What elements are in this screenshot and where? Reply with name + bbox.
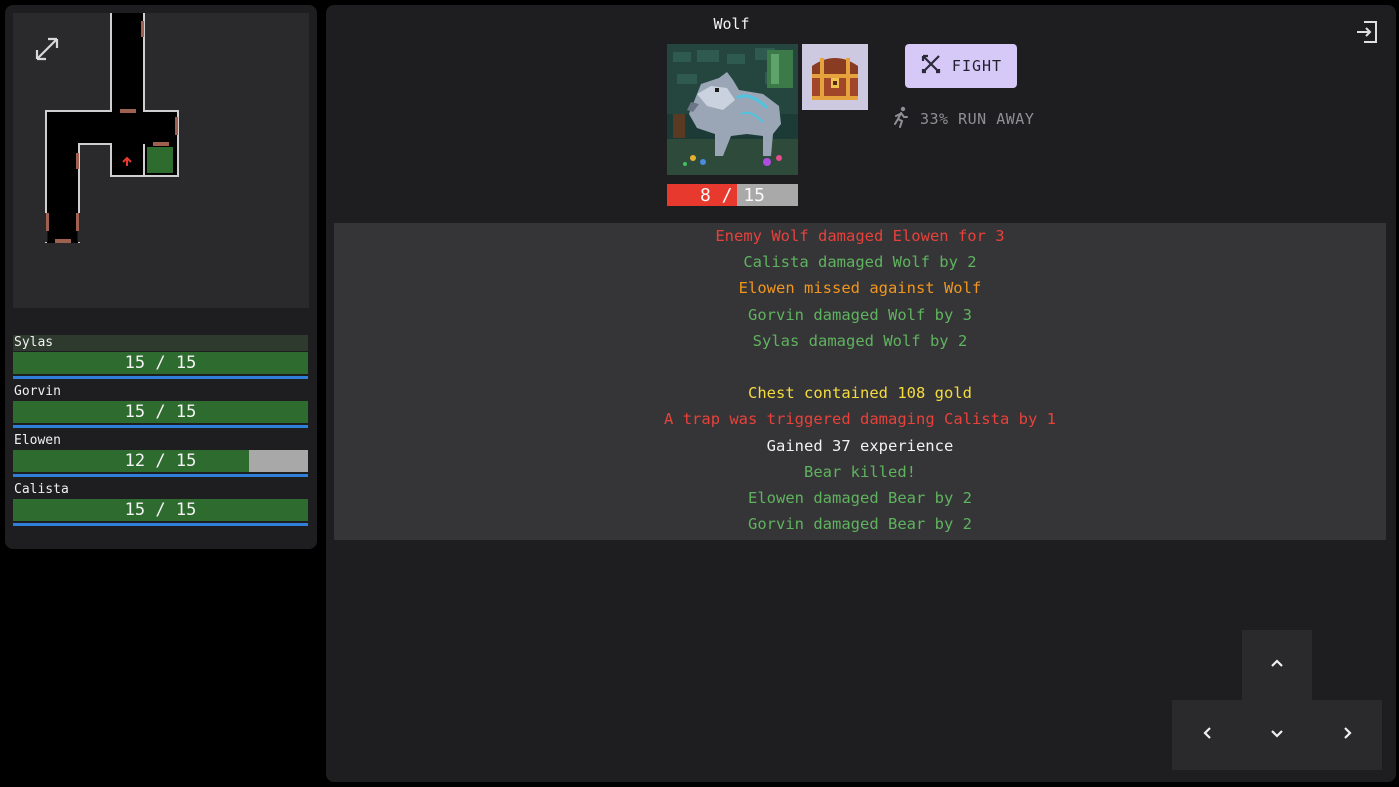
hero-xp-bar bbox=[13, 376, 308, 379]
hero-name: Gorvin bbox=[14, 384, 61, 399]
hero-card-sylas[interactable]: Sylas 15 / 15 bbox=[13, 335, 308, 379]
party-panel: Sylas 15 / 15 Gorvin 15 / 15 Elowen 12 /… bbox=[5, 5, 317, 549]
encounter-panel: Wolf 8 / 15 FIGHT 33% RUN AWAY Enemy Wol… bbox=[326, 5, 1396, 782]
enemy-hp-bar: 8 / 15 bbox=[667, 184, 798, 206]
hero-hp-bar: 15 / 15 bbox=[13, 401, 308, 423]
move-right-button[interactable] bbox=[1312, 700, 1382, 770]
hero-xp-bar bbox=[13, 425, 308, 428]
hero-card-elowen[interactable]: Elowen 12 / 15 bbox=[13, 433, 308, 477]
log-entry: Sylas damaged Wolf by 2 bbox=[752, 331, 968, 350]
hero-hp-text: 12 / 15 bbox=[124, 451, 197, 471]
hero-xp-bar bbox=[13, 523, 308, 526]
log-entry: Gained 37 experience bbox=[766, 436, 954, 455]
move-down-button[interactable] bbox=[1242, 700, 1312, 770]
chevron-right-icon bbox=[1339, 725, 1355, 745]
move-up-button[interactable] bbox=[1242, 630, 1312, 700]
log-entry: Enemy Wolf damaged Elowen for 3 bbox=[715, 227, 1005, 245]
log-entry: A trap was triggered damaging Calista by… bbox=[664, 410, 1056, 429]
chevron-left-icon bbox=[1199, 725, 1215, 745]
minimap-door bbox=[76, 213, 79, 231]
fight-button-label: FIGHT bbox=[951, 57, 1003, 75]
log-entry: Gorvin damaged Bear by 2 bbox=[748, 515, 972, 534]
minimap-door bbox=[141, 21, 144, 37]
hero-hp-bar: 15 / 15 bbox=[13, 352, 308, 374]
log-entry: Elowen damaged Bear by 2 bbox=[748, 488, 972, 507]
run-away-label: 33% RUN AWAY bbox=[920, 110, 1035, 128]
minimap-corridors bbox=[45, 13, 179, 243]
minimap-door bbox=[55, 239, 71, 243]
log-entry: Chest contained 108 gold bbox=[748, 384, 972, 403]
move-left-button[interactable] bbox=[1172, 700, 1242, 770]
fight-button[interactable]: FIGHT bbox=[905, 44, 1017, 88]
hero-xp-bar bbox=[13, 474, 308, 477]
chevron-down-icon bbox=[1269, 725, 1285, 745]
log-entry bbox=[334, 354, 1386, 380]
hero-hp-text: 15 / 15 bbox=[124, 353, 197, 373]
log-entry: Elowen missed against Wolf bbox=[738, 279, 982, 298]
running-person-icon bbox=[892, 106, 910, 132]
minimap-door bbox=[175, 117, 178, 135]
hero-hp-text: 15 / 15 bbox=[124, 402, 197, 422]
hero-name: Sylas bbox=[13, 335, 308, 351]
hero-hp-bar: 15 / 15 bbox=[13, 499, 308, 521]
exit-icon[interactable] bbox=[1354, 19, 1380, 45]
expand-icon[interactable] bbox=[33, 35, 61, 63]
hero-name: Elowen bbox=[14, 433, 61, 448]
log-entry: Bear killed! bbox=[804, 462, 916, 481]
hero-name: Calista bbox=[14, 482, 69, 497]
log-entry: Calista damaged Wolf by 2 bbox=[743, 253, 977, 272]
minimap-door bbox=[76, 153, 79, 169]
chevron-up-icon bbox=[1269, 655, 1285, 675]
hero-hp-bar: 12 / 15 bbox=[13, 450, 308, 472]
crossed-swords-icon bbox=[920, 53, 942, 79]
minimap-room-marker bbox=[147, 147, 173, 173]
enemy-hp-text: 8 / 15 bbox=[699, 185, 766, 206]
run-away-button[interactable]: 33% RUN AWAY bbox=[892, 106, 1035, 132]
log-entry: Gorvin damaged Wolf by 3 bbox=[748, 305, 972, 324]
hero-card-calista[interactable]: Calista 15 / 15 bbox=[13, 482, 308, 526]
enemy-portrait-wolf bbox=[667, 44, 798, 175]
hero-card-gorvin[interactable]: Gorvin 15 / 15 bbox=[13, 384, 308, 428]
minimap-door bbox=[153, 142, 169, 146]
hero-hp-text: 15 / 15 bbox=[124, 500, 197, 520]
combat-log: Enemy Wolf damaged Elowen for 3 Calista … bbox=[334, 223, 1386, 540]
chest-portrait bbox=[802, 44, 868, 110]
dungeon-minimap bbox=[13, 13, 309, 308]
minimap-door bbox=[46, 213, 49, 231]
enemy-name: Wolf bbox=[713, 15, 750, 33]
minimap-door bbox=[120, 109, 136, 113]
